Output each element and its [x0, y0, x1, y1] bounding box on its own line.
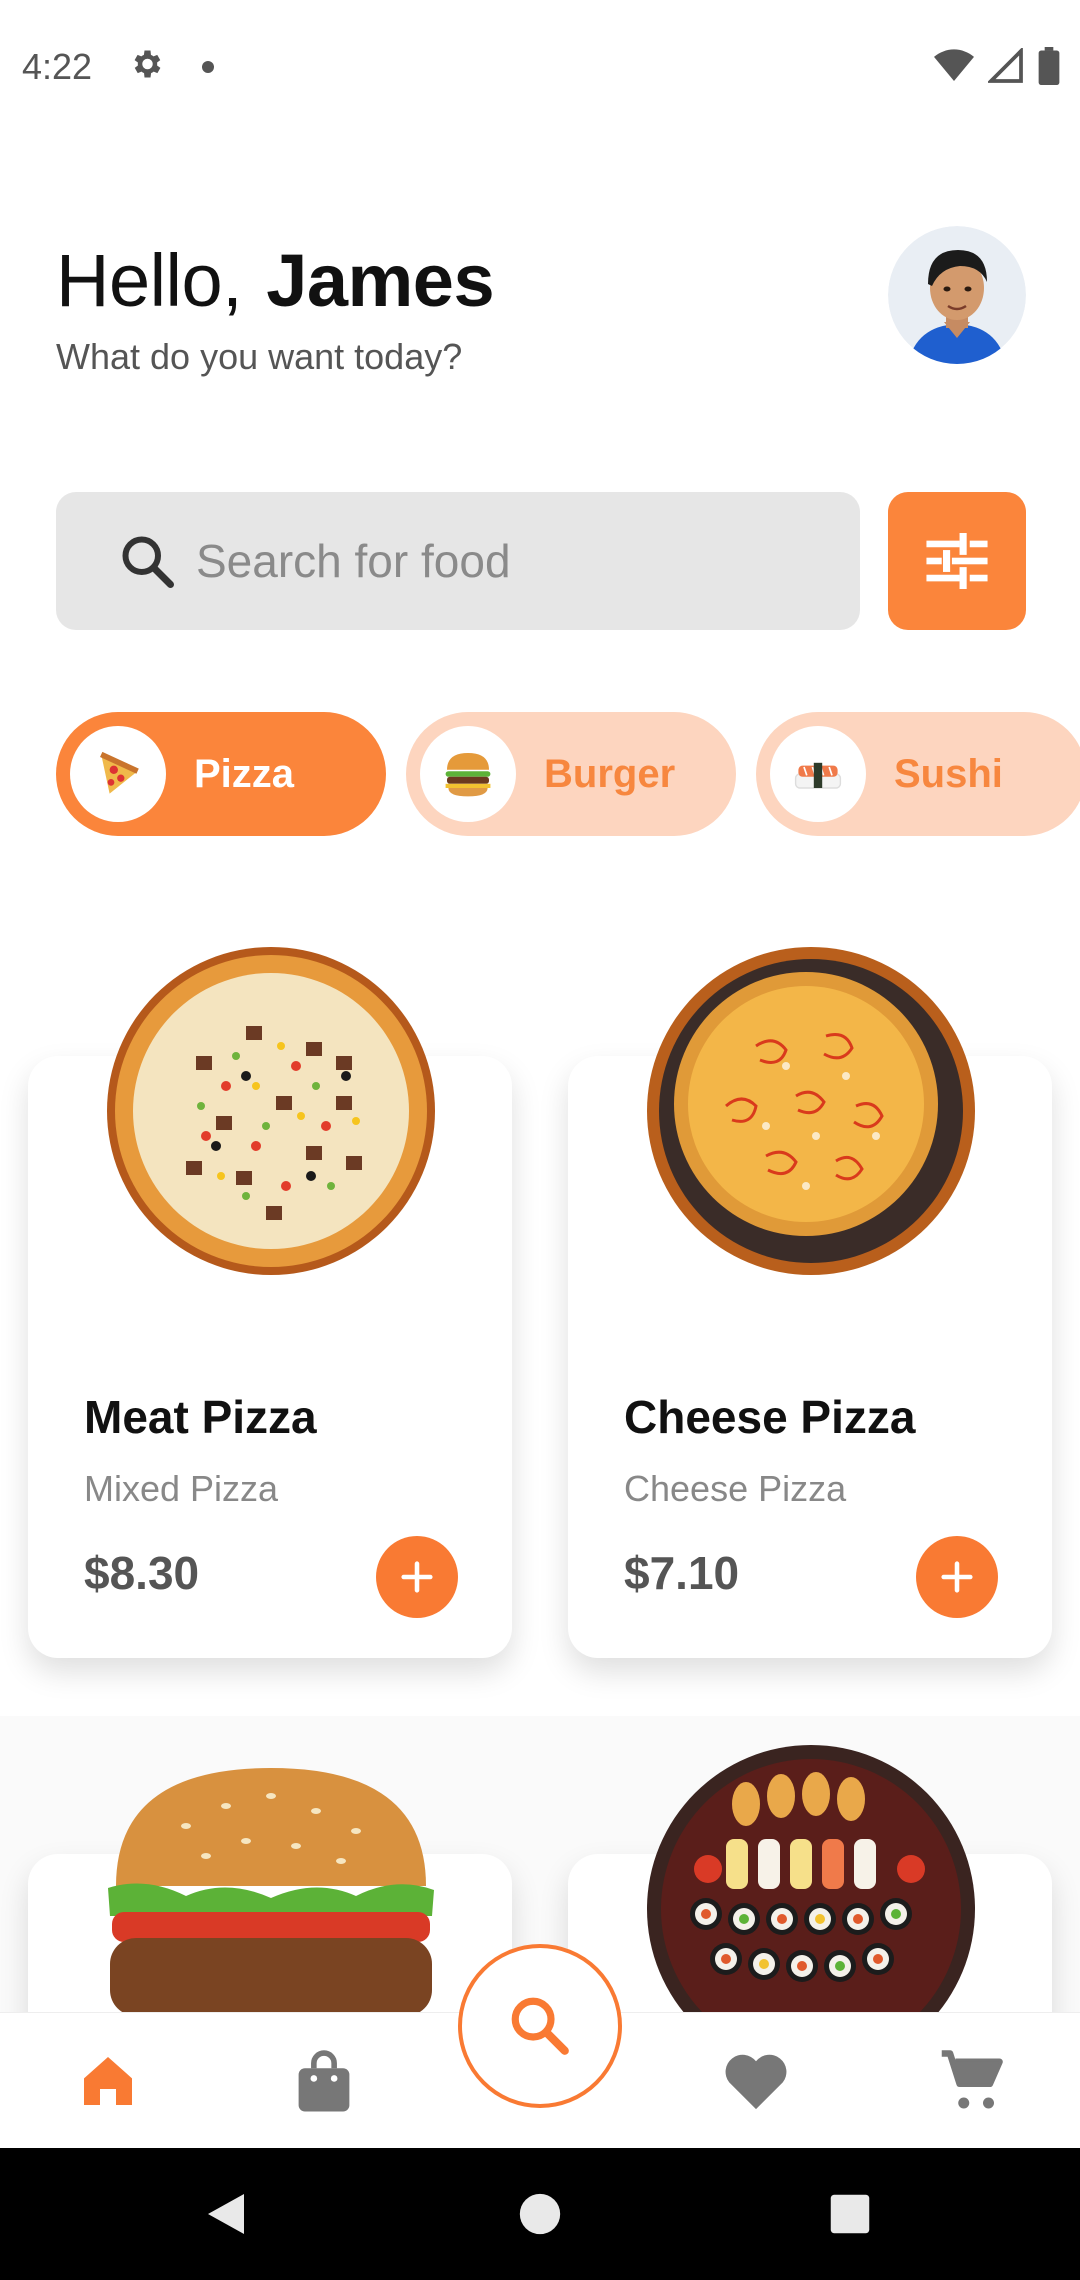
app-screen: 4:22 Hello, James What do you want today? [0, 0, 1080, 2280]
bag-icon [298, 2050, 350, 2112]
status-time: 4:22 [22, 46, 93, 87]
back-icon [208, 2194, 244, 2234]
avatar[interactable] [888, 226, 1026, 364]
home-circle-icon [519, 2193, 561, 2235]
add-to-cart-button[interactable] [376, 1536, 458, 1618]
signal-icon [988, 48, 1023, 83]
product-price: $8.30 [84, 1547, 200, 1599]
greeting: Hello, James [56, 238, 495, 323]
avatar-image [888, 226, 1026, 364]
battery-icon [1038, 47, 1060, 85]
burger-image [108, 1768, 434, 2016]
category-label: Burger [544, 752, 676, 796]
cheese-pizza-image [647, 947, 975, 1275]
add-to-cart-button[interactable] [916, 1536, 998, 1618]
search-fab-button[interactable] [458, 1944, 622, 2108]
burger-icon [420, 726, 516, 822]
wifi-icon [934, 49, 974, 81]
plus-icon [401, 1561, 433, 1593]
category-pizza[interactable]: Pizza [56, 712, 386, 836]
sushi-image [647, 1745, 975, 2016]
category-label: Pizza [194, 752, 295, 796]
search-bar[interactable] [56, 492, 860, 630]
nav-cart[interactable] [934, 2043, 1010, 2119]
greeting-subtitle: What do you want today? [56, 336, 463, 377]
status-bar: 4:22 [0, 0, 1080, 130]
sushi-icon [770, 726, 866, 822]
nav-favorites[interactable] [718, 2043, 794, 2119]
search-input[interactable] [196, 492, 836, 630]
home-button[interactable] [510, 2184, 570, 2244]
cart-icon [941, 2050, 1003, 2109]
search-icon [122, 536, 174, 588]
product-title: Cheese Pizza [624, 1391, 916, 1443]
product-price: $7.10 [624, 1547, 740, 1599]
settings-icon [134, 50, 161, 78]
filter-button[interactable] [888, 492, 1026, 630]
nav-orders[interactable] [286, 2043, 362, 2119]
search-icon [511, 1997, 569, 2055]
plus-icon [941, 1561, 973, 1593]
nav-home[interactable] [70, 2043, 146, 2119]
product-title: Meat Pizza [84, 1391, 317, 1443]
pizza-icon [70, 726, 166, 822]
product-subtitle: Cheese Pizza [624, 1468, 847, 1509]
category-burger[interactable]: Burger [406, 712, 736, 836]
status-icons [934, 46, 1060, 86]
category-label: Sushi [894, 752, 1003, 796]
notification-dot [202, 61, 214, 73]
product-subtitle: Mixed Pizza [84, 1468, 279, 1509]
meat-pizza-image [107, 947, 435, 1275]
heart-icon [725, 2054, 787, 2110]
recents-icon [830, 2194, 870, 2234]
system-navigation-bar [0, 2148, 1080, 2280]
user-name: James [266, 239, 495, 322]
recents-button[interactable] [820, 2184, 880, 2244]
greeting-text: Hello, [56, 239, 243, 322]
category-list: Pizza Burger Sushi [56, 712, 1080, 836]
sliders-icon [926, 533, 988, 589]
home-icon [84, 2057, 132, 2105]
category-sushi[interactable]: Sushi [756, 712, 1080, 836]
back-button[interactable] [196, 2184, 256, 2244]
